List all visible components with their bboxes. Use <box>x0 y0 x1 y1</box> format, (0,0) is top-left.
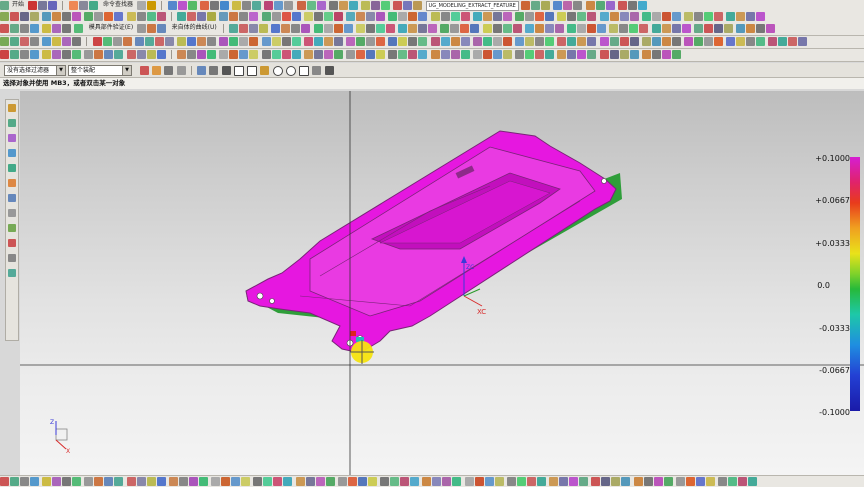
manufacturing-icon[interactable] <box>8 269 16 277</box>
palette-icon[interactable] <box>8 254 16 262</box>
selection-bar: 没有选择过滤器 ▼ 整个装配 ▼ <box>0 63 864 78</box>
zc-label: ZC <box>466 264 474 271</box>
arrow-icon[interactable] <box>260 66 270 75</box>
selection-scope-dropdown[interactable]: 整个装配 ▼ <box>68 65 132 76</box>
scale-label-zero: 0.0 <box>817 281 830 290</box>
curve-from-body-menu[interactable]: 来自体的曲线(U) <box>170 23 219 33</box>
model-view: ZC XC Z X <box>20 91 864 475</box>
command-finder[interactable]: 命令查找器 <box>101 0 135 10</box>
center-icon[interactable] <box>285 66 296 76</box>
constraint-icon[interactable] <box>8 134 16 142</box>
type-filter-value: 没有选择过滤器 <box>7 67 50 74</box>
absolute-triad: Z X <box>50 419 70 455</box>
mount-hole <box>256 292 264 300</box>
scale-label: -0.0667 <box>819 366 850 375</box>
scale-label-bottom: -0.1000 <box>819 408 850 417</box>
detail-red <box>350 331 356 336</box>
feature-toolbar <box>0 36 864 49</box>
graphics-window[interactable]: ZC XC Z X <box>20 91 864 475</box>
surface-toolbar <box>0 49 864 62</box>
xc-axis <box>463 295 483 307</box>
select-icon[interactable] <box>209 66 219 75</box>
window-select-icon[interactable] <box>221 66 231 75</box>
scale-label: -0.0333 <box>819 324 850 333</box>
feature-field[interactable]: UG_MODELING_EXTRACT_FEATURE <box>425 1 519 11</box>
circle-icon[interactable] <box>272 66 283 76</box>
snap-icon[interactable] <box>140 66 149 75</box>
roles-icon[interactable] <box>8 224 16 232</box>
scale-label-top: +0.1000 <box>815 154 850 163</box>
deviation-colorbar <box>850 157 860 411</box>
mount-hole <box>269 298 275 304</box>
chevron-down-icon[interactable]: ▼ <box>56 66 65 75</box>
snap-point-icon[interactable] <box>324 66 334 75</box>
mold-part-validation-menu[interactable]: 模具部件验证(E) <box>87 23 135 33</box>
grid-icon[interactable] <box>176 66 186 75</box>
web-browser-icon[interactable] <box>8 164 16 172</box>
reuse-library-icon[interactable] <box>8 149 16 157</box>
chevron-down-icon[interactable]: ▼ <box>122 66 131 75</box>
process-studio-icon[interactable] <box>8 209 16 217</box>
xc-label: XC <box>477 308 486 316</box>
point-icon[interactable] <box>152 66 162 75</box>
quadrant-icon[interactable] <box>312 66 322 75</box>
line-icon[interactable] <box>233 66 244 76</box>
assembly-navigator-icon[interactable] <box>8 119 16 127</box>
plus-icon[interactable] <box>299 66 310 76</box>
curve-icon[interactable] <box>247 66 258 76</box>
scale-label: +0.0667 <box>815 196 850 205</box>
mold-toolbar: 模具部件验证(E) 来自体的曲线(U) <box>0 23 864 36</box>
system-scene-icon[interactable] <box>8 239 16 247</box>
scale-label: +0.0333 <box>815 239 850 248</box>
triad-x-label: X <box>66 448 70 455</box>
status-prompt: 选择对象并使用 MB3，或者双击某一对象 <box>0 78 864 89</box>
history-icon[interactable] <box>8 179 16 187</box>
triad-z-label: Z <box>50 419 54 426</box>
type-filter-dropdown[interactable]: 没有选择过滤器 ▼ <box>4 65 66 76</box>
part-navigator-icon[interactable] <box>8 104 16 112</box>
mount-hole <box>601 178 607 184</box>
system-material-icon[interactable] <box>8 194 16 202</box>
selection-scope-value: 整个装配 <box>71 67 96 74</box>
resource-bar <box>5 99 19 341</box>
filter-icon[interactable] <box>164 66 174 75</box>
eye-icon[interactable] <box>197 66 207 75</box>
start-menu[interactable]: 开始 <box>10 0 26 10</box>
bottom-toolbar <box>0 475 864 487</box>
